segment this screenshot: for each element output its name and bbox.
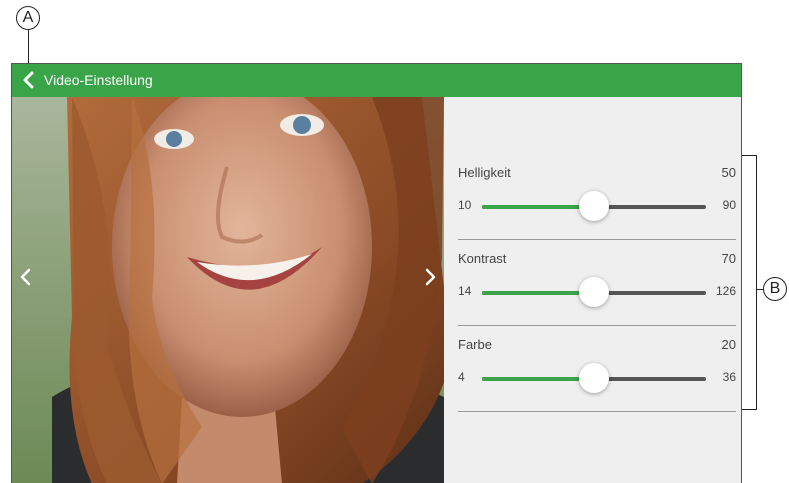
slider-min: 14 bbox=[458, 284, 472, 298]
chevron-left-icon bbox=[23, 71, 34, 89]
video-preview bbox=[12, 97, 444, 483]
setting-value: 20 bbox=[721, 337, 736, 352]
header-bar: Video-Einstellung bbox=[12, 64, 741, 97]
back-button[interactable] bbox=[18, 69, 40, 91]
chevron-left-icon bbox=[20, 268, 31, 286]
slider-track[interactable] bbox=[482, 191, 706, 221]
divider bbox=[458, 239, 736, 240]
divider bbox=[458, 411, 736, 412]
setting-value: 50 bbox=[721, 165, 736, 180]
slider-track[interactable] bbox=[482, 363, 706, 393]
slider-min: 4 bbox=[458, 370, 465, 384]
page-title: Video-Einstellung bbox=[44, 72, 153, 88]
device-screen: Video-Einstellung Helligkeit 50 10 90 Ko… bbox=[11, 63, 742, 483]
slider-thumb[interactable] bbox=[579, 277, 609, 307]
next-camera-button[interactable] bbox=[420, 265, 440, 289]
setting-kontrast: Kontrast 70 14 126 bbox=[458, 251, 736, 331]
setting-label: Kontrast bbox=[458, 251, 507, 266]
slider-max: 90 bbox=[722, 198, 736, 212]
setting-label: Helligkeit bbox=[458, 165, 511, 180]
setting-helligkeit: Helligkeit 50 10 90 bbox=[458, 165, 736, 245]
slider-min: 10 bbox=[458, 198, 472, 212]
slider-thumb[interactable] bbox=[579, 363, 609, 393]
slider-fill bbox=[482, 205, 594, 209]
prev-camera-button[interactable] bbox=[16, 265, 36, 289]
chevron-right-icon bbox=[425, 268, 436, 286]
callout-b-connector bbox=[756, 289, 764, 291]
slider-fill bbox=[482, 291, 594, 295]
slider-max: 36 bbox=[722, 370, 736, 384]
settings-panel: Helligkeit 50 10 90 Kontrast 70 14 126 F… bbox=[444, 97, 741, 483]
slider-track[interactable] bbox=[482, 277, 706, 307]
callout-a: A bbox=[16, 6, 40, 30]
slider-thumb[interactable] bbox=[579, 191, 609, 221]
setting-label: Farbe bbox=[458, 337, 492, 352]
slider-fill bbox=[482, 377, 594, 381]
callout-b-bracket-vertical bbox=[756, 155, 758, 410]
setting-value: 70 bbox=[721, 251, 736, 266]
callout-b: B bbox=[763, 277, 787, 301]
setting-farbe: Farbe 20 4 36 bbox=[458, 337, 736, 417]
divider bbox=[458, 325, 736, 326]
video-image bbox=[52, 97, 444, 483]
slider-max: 126 bbox=[715, 284, 736, 298]
